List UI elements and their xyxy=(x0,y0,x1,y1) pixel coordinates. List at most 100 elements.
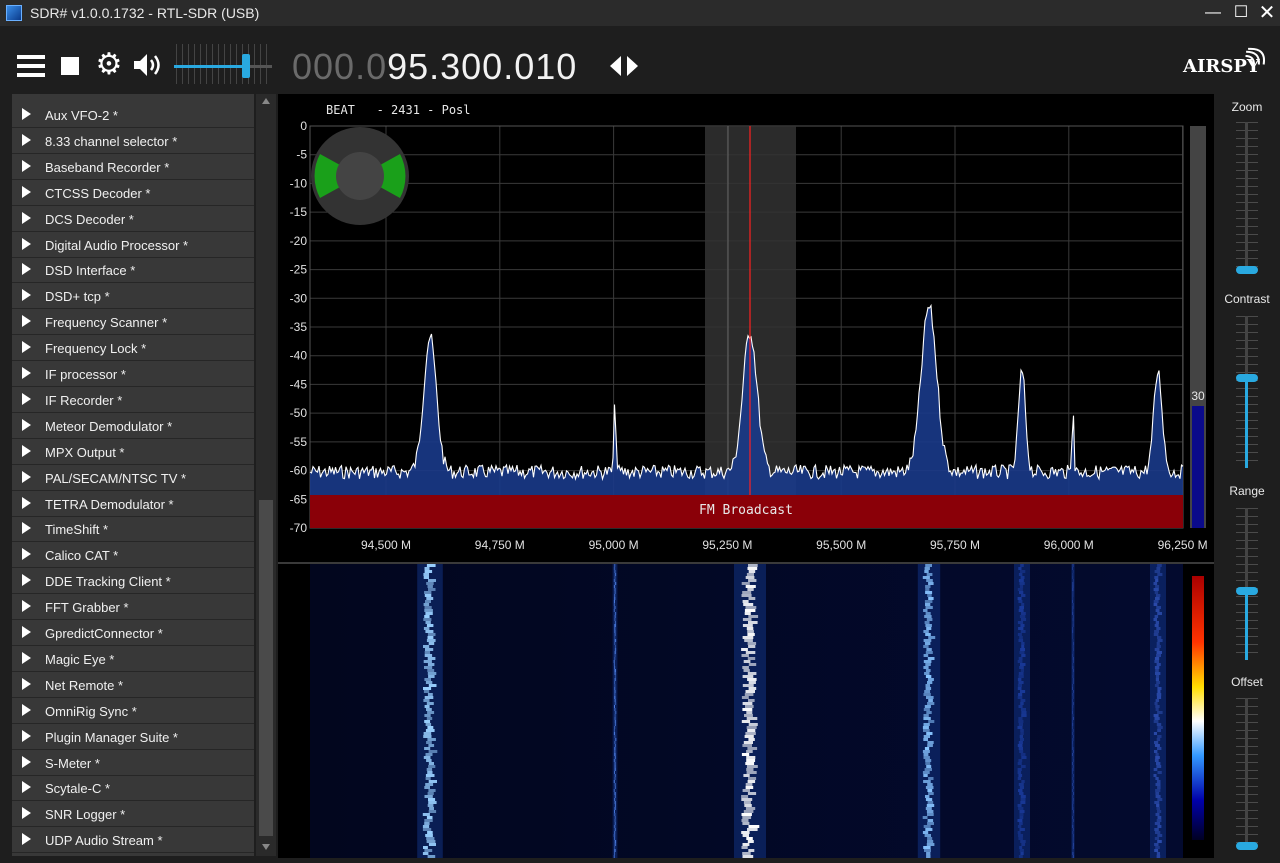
stop-icon[interactable] xyxy=(61,57,79,75)
expand-arrow-icon[interactable] xyxy=(22,289,31,302)
expand-arrow-icon[interactable] xyxy=(22,574,31,587)
plugin-item[interactable]: TimeShift * xyxy=(12,517,254,543)
plugin-item[interactable]: 8.33 channel selector * xyxy=(12,129,254,154)
plugin-item[interactable]: Aux VFO-2 * xyxy=(12,103,254,128)
plugin-label: Digital Audio Processor * xyxy=(45,237,189,253)
plugin-item[interactable]: TETRA Demodulator * xyxy=(12,492,254,517)
expand-arrow-icon[interactable] xyxy=(22,833,31,846)
frequency-display[interactable]: 000.095.300.010 xyxy=(292,46,577,88)
plugin-label: TETRA Demodulator * xyxy=(45,496,174,512)
plugin-item[interactable]: Frequency Scanner * xyxy=(12,310,254,336)
speaker-icon[interactable] xyxy=(131,50,165,80)
window-title: SDR# v1.0.0.1732 - RTL-SDR (USB) xyxy=(30,5,260,21)
plugin-item[interactable]: IF processor * xyxy=(12,362,254,387)
plugin-label: Plugin Manager Suite * xyxy=(45,729,178,745)
expand-arrow-icon[interactable] xyxy=(22,211,31,224)
spectrum-analyzer[interactable]: FM Broadcast BEAT - 2431 - Posl 0 -5 -10 -1… xyxy=(278,94,1214,562)
expand-arrow-icon[interactable] xyxy=(22,263,31,276)
expand-arrow-icon[interactable] xyxy=(22,315,31,328)
plugin-item[interactable]: PAL/SECAM/NTSC TV * xyxy=(12,466,254,491)
plugin-item[interactable]: Magic Eye * xyxy=(12,647,254,672)
volume-thumb[interactable] xyxy=(242,54,250,78)
waterfall-display[interactable] xyxy=(278,564,1214,858)
plugin-label: DDE Tracking Client * xyxy=(45,574,171,590)
offset-slider[interactable] xyxy=(1236,698,1258,850)
expand-arrow-icon[interactable] xyxy=(22,133,31,146)
plugin-item[interactable]: IF Recorder * xyxy=(12,388,254,413)
plugin-item[interactable]: OmniRig Sync * xyxy=(12,699,254,724)
plugin-item[interactable]: Digital Audio Processor * xyxy=(12,233,254,258)
expand-arrow-icon[interactable] xyxy=(22,781,31,794)
plugin-label: FFT Grabber * xyxy=(45,600,129,616)
plugin-item[interactable]: Frequency Lock * xyxy=(12,336,254,362)
frequency-digits[interactable]: 95.300.010 xyxy=(387,46,577,87)
expand-arrow-icon[interactable] xyxy=(22,626,31,638)
plugin-item[interactable]: CTCSS Decoder * xyxy=(12,181,254,206)
expand-arrow-icon[interactable] xyxy=(22,392,31,405)
expand-arrow-icon[interactable] xyxy=(22,548,31,561)
slider-thumb[interactable] xyxy=(1236,266,1258,274)
volume-slider[interactable] xyxy=(172,42,274,86)
plugin-item[interactable]: Calico CAT * xyxy=(12,543,254,569)
plugin-item[interactable]: SNR Logger * xyxy=(12,802,254,828)
scroll-up-icon[interactable] xyxy=(262,98,270,104)
sidebar-scrollbar[interactable] xyxy=(256,94,276,856)
plugin-item[interactable]: S-Meter * xyxy=(12,751,254,776)
plugin-label: Meteor Demodulator * xyxy=(45,418,173,434)
expand-arrow-icon[interactable] xyxy=(22,444,31,457)
plugin-item[interactable]: UDP Audio Stream * xyxy=(12,828,254,854)
plugin-item[interactable]: FFT Grabber * xyxy=(12,595,254,621)
title-bar: SDR# v1.0.0.1732 - RTL-SDR (USB) — ☐ ✕ xyxy=(0,0,1280,26)
expand-arrow-icon[interactable] xyxy=(22,470,31,483)
plugin-item[interactable]: DSD+ tcp * xyxy=(12,284,254,310)
expand-arrow-icon[interactable] xyxy=(22,677,31,690)
y-tick-label: -35 xyxy=(290,320,308,334)
plugin-item[interactable]: Scytale-C * xyxy=(12,776,254,802)
expand-arrow-icon[interactable] xyxy=(22,703,31,716)
plugin-item[interactable]: Plugin Manager Suite * xyxy=(12,725,254,750)
plugin-item[interactable]: GpredictConnector * xyxy=(12,621,254,646)
frequency-leading-digits[interactable]: 000.0 xyxy=(292,46,387,87)
plugin-label: CTCSS Decoder * xyxy=(45,185,151,201)
plugin-item[interactable]: Net Remote * xyxy=(12,673,254,698)
x-tick-label: 95,000 M xyxy=(589,538,639,552)
minimize-button[interactable]: — xyxy=(1198,0,1228,26)
close-button[interactable]: ✕ xyxy=(1252,0,1280,26)
expand-arrow-icon[interactable] xyxy=(22,108,31,120)
plugin-item[interactable]: Meteor Demodulator * xyxy=(12,414,254,439)
slider-thumb[interactable] xyxy=(1236,373,1258,382)
plugin-item[interactable]: MPX Output * xyxy=(12,440,254,465)
tune-arrows-icon[interactable] xyxy=(608,54,640,78)
display-controls-panel: Zoom Contrast Range Offset xyxy=(1214,94,1280,863)
expand-arrow-icon[interactable] xyxy=(22,341,31,354)
expand-arrow-icon[interactable] xyxy=(22,418,31,431)
scroll-down-icon[interactable] xyxy=(262,844,270,850)
expand-arrow-icon[interactable] xyxy=(22,237,31,250)
hamburger-menu-icon[interactable] xyxy=(17,55,45,77)
slider-thumb[interactable] xyxy=(1236,842,1258,850)
plugin-item[interactable]: DSD Interface * xyxy=(12,258,254,284)
plugin-item[interactable]: DCS Decoder * xyxy=(12,207,254,232)
plugin-item[interactable]: DDE Tracking Client * xyxy=(12,569,254,595)
expand-arrow-icon[interactable] xyxy=(22,729,31,742)
plugin-label: TimeShift * xyxy=(45,522,109,538)
expand-arrow-icon[interactable] xyxy=(22,367,31,379)
expand-arrow-icon[interactable] xyxy=(22,807,31,820)
gear-icon[interactable]: ⚙ xyxy=(94,50,124,80)
scrollbar-thumb[interactable] xyxy=(259,500,273,836)
plugin-label: Magic Eye * xyxy=(45,651,115,667)
expand-arrow-icon[interactable] xyxy=(22,651,31,664)
expand-arrow-icon[interactable] xyxy=(22,496,31,509)
plugin-item[interactable]: Baseband Recorder * xyxy=(12,155,254,180)
contrast-slider[interactable] xyxy=(1236,316,1258,468)
expand-arrow-icon[interactable] xyxy=(22,185,31,198)
expand-arrow-icon[interactable] xyxy=(22,159,31,172)
y-tick-label: -40 xyxy=(290,349,308,363)
expand-arrow-icon[interactable] xyxy=(22,522,31,535)
range-slider[interactable] xyxy=(1236,508,1258,660)
plugin-label: Net Remote * xyxy=(45,677,124,693)
zoom-slider[interactable] xyxy=(1236,122,1258,274)
expand-arrow-icon[interactable] xyxy=(22,600,31,613)
expand-arrow-icon[interactable] xyxy=(22,755,31,768)
slider-thumb[interactable] xyxy=(1236,587,1258,596)
